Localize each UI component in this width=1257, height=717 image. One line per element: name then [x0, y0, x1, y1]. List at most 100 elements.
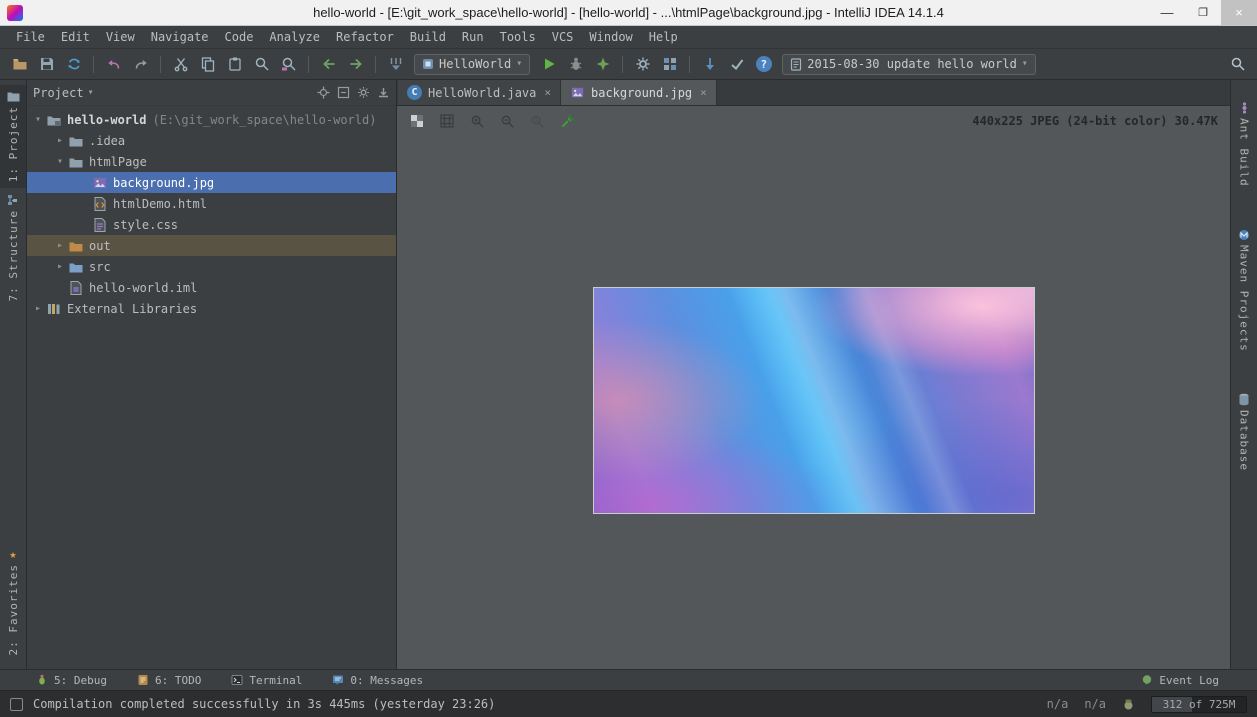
menu-tools[interactable]: Tools: [492, 28, 544, 46]
tool-button-database[interactable]: Database: [1238, 387, 1251, 477]
collapse-arrow-icon[interactable]: ▸: [53, 261, 67, 272]
tree-row-root[interactable]: ▾ hello-world (E:\git_work_space\hello-w…: [27, 109, 396, 130]
menu-analyze[interactable]: Analyze: [261, 28, 328, 46]
coverage-button[interactable]: [590, 52, 615, 76]
tree-row-src[interactable]: ▸ src: [27, 256, 396, 277]
locate-button[interactable]: [317, 86, 330, 99]
debug-button[interactable]: [563, 52, 588, 76]
tool-button-label: 5: Debug: [54, 674, 107, 687]
save-all-button[interactable]: [34, 52, 59, 76]
settings-gear-button[interactable]: [357, 86, 370, 99]
collapse-arrow-icon[interactable]: ▸: [31, 303, 45, 314]
menu-view[interactable]: View: [98, 28, 143, 46]
actual-size-button[interactable]: [525, 110, 549, 132]
html-file-icon: [92, 196, 108, 212]
menu-code[interactable]: Code: [217, 28, 262, 46]
event-log-label: Event Log: [1159, 674, 1219, 687]
tool-button-debug[interactable]: 5: Debug: [36, 674, 107, 687]
todo-icon: [137, 674, 149, 686]
make-project-button[interactable]: [383, 52, 408, 76]
intellij-logo-icon: [7, 5, 23, 21]
find-button[interactable]: [249, 52, 274, 76]
color-picker-button[interactable]: [555, 110, 579, 132]
tool-button-messages[interactable]: 0: Messages: [332, 674, 423, 687]
menu-file[interactable]: File: [8, 28, 53, 46]
grid-toggle-button[interactable]: [435, 110, 459, 132]
copy-button[interactable]: [195, 52, 220, 76]
tab-close-icon[interactable]: ×: [544, 86, 551, 99]
vcs-commit-button[interactable]: [724, 52, 749, 76]
tree-row-background-jpg[interactable]: background.jpg: [27, 172, 396, 193]
tab-helloworld-java[interactable]: C HelloWorld.java ×: [398, 80, 561, 105]
paste-button[interactable]: [222, 52, 247, 76]
tool-button-todo[interactable]: 6: TODO: [137, 674, 201, 687]
expand-arrow-icon[interactable]: ▾: [53, 156, 67, 167]
vcs-update-button[interactable]: [697, 52, 722, 76]
tool-button-terminal[interactable]: Terminal: [231, 674, 302, 687]
project-structure-button[interactable]: [657, 52, 682, 76]
folder-icon: [68, 133, 84, 149]
event-log-button[interactable]: Event Log: [1141, 674, 1247, 687]
expand-arrow-icon[interactable]: ▾: [31, 114, 45, 125]
compile-icon: [388, 56, 404, 72]
menu-build[interactable]: Build: [402, 28, 454, 46]
replace-button[interactable]: [276, 52, 301, 76]
toolwindow-toggle-icon[interactable]: [10, 698, 23, 711]
tree-row-htmldemo-html[interactable]: htmlDemo.html: [27, 193, 396, 214]
collapse-all-button[interactable]: [337, 86, 350, 99]
menu-help[interactable]: Help: [641, 28, 686, 46]
tool-button-favorites[interactable]: ★ 2: Favorites: [7, 542, 20, 661]
transparency-chessboard-button[interactable]: [405, 110, 429, 132]
folder-icon: [68, 154, 84, 170]
maximize-button[interactable]: ❐: [1185, 0, 1221, 25]
synchronize-button[interactable]: [61, 52, 86, 76]
undo-button[interactable]: [101, 52, 126, 76]
forward-button[interactable]: [343, 52, 368, 76]
tree-row-style-css[interactable]: style.css: [27, 214, 396, 235]
editor-tab-bar: C HelloWorld.java × background.jpg ×: [397, 80, 1230, 106]
vcs-changelist-combo[interactable]: 2015-08-30 update hello world ▾: [782, 54, 1036, 75]
cut-button[interactable]: [168, 52, 193, 76]
chevron-down-icon[interactable]: ▾: [88, 87, 94, 98]
tree-row-idea[interactable]: ▸ .idea: [27, 130, 396, 151]
menu-run[interactable]: Run: [454, 28, 492, 46]
close-button[interactable]: ×: [1221, 0, 1257, 25]
menu-window[interactable]: Window: [581, 28, 640, 46]
hide-panel-button[interactable]: [377, 86, 390, 99]
tab-background-jpg[interactable]: background.jpg ×: [561, 80, 717, 105]
project-panel-toolbar: [317, 86, 390, 99]
tool-button-ant-build[interactable]: Ant Build: [1238, 96, 1251, 193]
tool-button-structure[interactable]: 7: Structure: [7, 188, 20, 307]
menu-vcs[interactable]: VCS: [544, 28, 582, 46]
menu-refactor[interactable]: Refactor: [328, 28, 402, 46]
run-button[interactable]: [536, 52, 561, 76]
tree-row-external-libraries[interactable]: ▸ External Libraries: [27, 298, 396, 319]
zoom-out-button[interactable]: [495, 110, 519, 132]
search-everywhere-button[interactable]: [1225, 52, 1250, 76]
menu-edit[interactable]: Edit: [53, 28, 98, 46]
menu-navigate[interactable]: Navigate: [143, 28, 217, 46]
memory-indicator[interactable]: 312 of 725M: [1151, 696, 1247, 713]
main-toolbar: HelloWorld ▾ ? 2015-08-30 update hello w…: [0, 49, 1257, 80]
run-config-icon: [422, 58, 434, 70]
run-configuration-combo[interactable]: HelloWorld ▾: [414, 54, 530, 75]
redo-button[interactable]: [128, 52, 153, 76]
minimize-button[interactable]: —: [1149, 0, 1185, 25]
zoom-in-button[interactable]: [465, 110, 489, 132]
help-button[interactable]: ?: [751, 52, 776, 76]
collapse-arrow-icon[interactable]: ▸: [53, 240, 67, 251]
settings-button[interactable]: [630, 52, 655, 76]
inspector-icon[interactable]: [1122, 698, 1135, 711]
left-tool-stripe: 1: Project 7: Structure ★ 2: Favorites: [0, 80, 27, 669]
tool-button-maven-projects[interactable]: Maven Projects: [1238, 223, 1251, 358]
tree-row-out[interactable]: ▸ out: [27, 235, 396, 256]
tab-close-icon[interactable]: ×: [700, 86, 707, 99]
collapse-arrow-icon[interactable]: ▸: [53, 135, 67, 146]
zoom-out-icon: [500, 114, 515, 129]
tree-row-iml[interactable]: hello-world.iml: [27, 277, 396, 298]
tree-row-htmlpage[interactable]: ▾ htmlPage: [27, 151, 396, 172]
back-button[interactable]: [316, 52, 341, 76]
image-info-text: 440x225 JPEG (24-bit color) 30.47K: [972, 114, 1222, 128]
open-button[interactable]: [7, 52, 32, 76]
tool-button-project[interactable]: 1: Project: [0, 85, 26, 188]
